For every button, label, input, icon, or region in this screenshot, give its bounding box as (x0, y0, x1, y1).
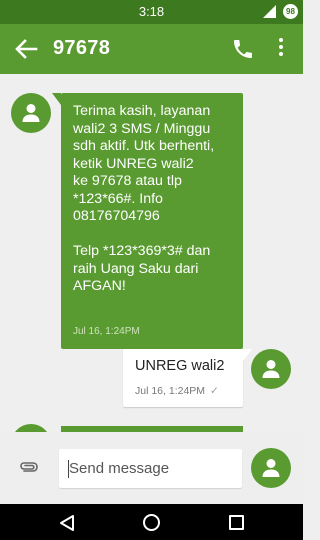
person-icon (262, 459, 280, 477)
nav-home-icon[interactable] (143, 514, 160, 531)
incoming-message[interactable]: Terima kasih, layanan wali2 3 SMS / Ming… (52, 93, 243, 349)
person-icon (262, 360, 280, 378)
message-timestamp: Jul 16, 1:24PM (73, 326, 140, 337)
app-bar: 97678 (0, 24, 303, 74)
message-list: Terima kasih, layanan wali2 3 SMS / Ming… (0, 74, 303, 432)
nav-recents-icon[interactable] (229, 515, 244, 530)
back-arrow-icon[interactable] (12, 36, 40, 62)
battery-icon: 98 (283, 4, 298, 19)
phone-icon[interactable] (231, 37, 255, 61)
nav-back-icon[interactable] (59, 514, 75, 532)
check-icon: ✓ (209, 385, 219, 397)
message-input-placeholder: Send message (69, 460, 170, 477)
person-icon (22, 104, 40, 122)
message-text: Terima kasih, layanan wali2 3 SMS / Ming… (73, 103, 215, 294)
message-input[interactable]: Send message (59, 449, 242, 488)
outgoing-message[interactable]: UNREG wali2 Jul 16, 1:24PM ✓ (123, 349, 252, 407)
navigation-bar (0, 504, 303, 540)
status-time: 3:18 (138, 4, 165, 19)
status-bar: 3:18 98 (0, 0, 303, 24)
contact-avatar-partial (11, 424, 51, 432)
signal-icon (263, 5, 276, 18)
paperclip-icon[interactable] (19, 459, 39, 475)
self-avatar[interactable] (251, 349, 291, 389)
compose-bar: Send message (0, 432, 303, 504)
conversation-title: 97678 (53, 37, 111, 59)
message-meta: Jul 16, 1:24PM ✓ (135, 385, 219, 397)
send-button[interactable] (251, 448, 291, 488)
message-timestamp: Jul 16, 1:24PM (135, 385, 206, 397)
contact-avatar[interactable] (11, 93, 51, 133)
message-text: UNREG wali2 (135, 358, 225, 374)
more-options-icon[interactable] (276, 38, 286, 60)
